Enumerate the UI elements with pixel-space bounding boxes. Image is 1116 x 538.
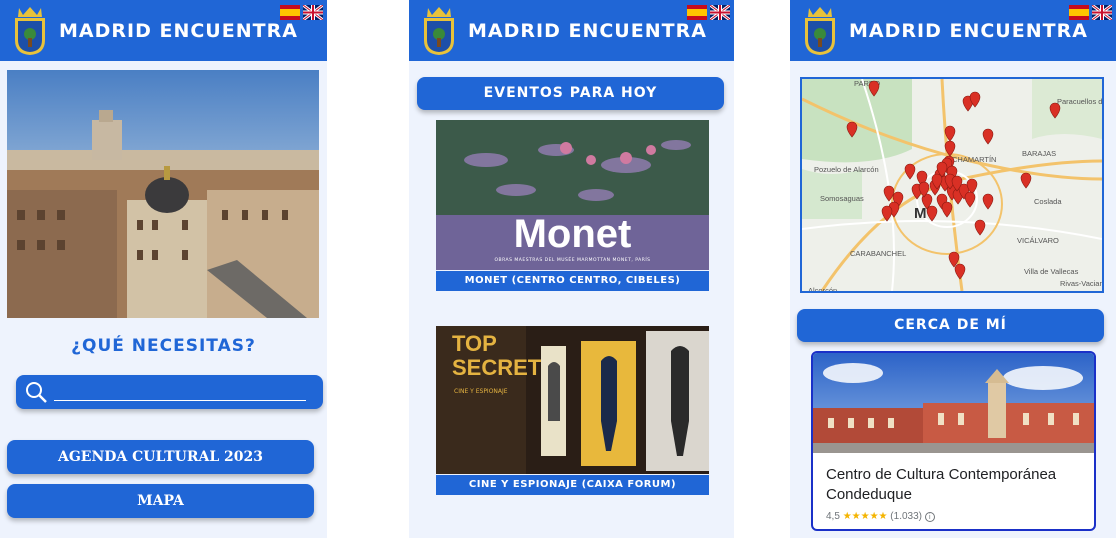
monet-poster-subtitle: OBRAS MAESTRAS DEL MUSÉE MARMOTTAN MONET… — [494, 258, 651, 263]
map-pin-icon[interactable] — [954, 263, 966, 280]
map-pins — [846, 80, 1061, 280]
search-bar[interactable] — [16, 375, 323, 409]
spanish-flag-icon[interactable] — [1069, 5, 1089, 20]
rating-stars-icon: ★★★★★ — [842, 511, 888, 522]
place-photo — [813, 353, 1094, 453]
home-screen: MADRID ENCUENTRA ¿QUÉ NECESITAS? AGENDA … — [0, 0, 327, 538]
app-header: MADRID ENCUENTRA — [0, 0, 327, 61]
app-title: MADRID ENCUENTRA — [849, 20, 1088, 42]
spanish-flag-icon[interactable] — [280, 5, 300, 20]
map-pin-icon[interactable] — [883, 185, 895, 202]
map-pin-icon[interactable] — [1049, 102, 1061, 119]
agenda-cultural-button[interactable]: AGENDA CULTURAL 2023 — [7, 440, 314, 474]
monet-poster-title: Monet — [513, 212, 632, 256]
madrid-crest-icon — [805, 7, 835, 55]
map-pin-icon[interactable] — [1020, 172, 1032, 189]
app-header: MADRID ENCUENTRA — [409, 0, 734, 61]
map-pin-icon[interactable] — [868, 80, 880, 97]
event-caption-monet[interactable]: MONET (CENTRO CENTRO, CIBELES) — [436, 271, 709, 291]
nearby-screen: MADRID ENCUENTRA PARDO CHAMARTÍN BARAJAS Pa — [790, 0, 1116, 538]
map-pin-icon[interactable] — [944, 140, 956, 157]
madrid-crest-icon — [15, 7, 45, 55]
map-pin-icon[interactable] — [982, 128, 994, 145]
event-caption-cine-espionaje[interactable]: CINE Y ESPIONAJE (CAIXA FORUM) — [436, 475, 709, 495]
app-header: MADRID ENCUENTRA — [790, 0, 1116, 61]
place-name: Centro de Cultura Contemporánea Condeduq… — [826, 466, 1057, 503]
uk-flag-icon[interactable] — [1092, 5, 1112, 20]
search-icon — [26, 382, 47, 403]
map-pin-icon[interactable] — [944, 125, 956, 142]
place-reviews: (1.033) — [890, 511, 922, 522]
map-pin-icon[interactable] — [926, 205, 938, 222]
map-pin-icon[interactable] — [846, 121, 858, 138]
app-title: MADRID ENCUENTRA — [468, 20, 707, 42]
spanish-flag-icon[interactable] — [687, 5, 707, 20]
near-me-heading[interactable]: CERCA DE MÍ — [797, 309, 1104, 342]
map-pin-icon[interactable] — [964, 191, 976, 208]
search-input[interactable] — [54, 381, 306, 401]
events-today-heading[interactable]: EVENTOS PARA HOY — [417, 77, 724, 110]
events-screen: MADRID ENCUENTRA EVENTOS PARA HOY Monet … — [409, 0, 734, 538]
info-icon[interactable]: i — [924, 512, 935, 522]
spy-poster-subtitle: CINE Y ESPIONAJE — [454, 388, 508, 395]
event-card-monet[interactable]: Monet OBRAS MAESTRAS DEL MUSÉE MARMOTTAN… — [436, 120, 709, 270]
question-heading: ¿QUÉ NECESITAS? — [71, 336, 256, 356]
app-title: MADRID ENCUENTRA — [59, 20, 298, 42]
map-pin-icon[interactable] — [982, 193, 994, 210]
place-card[interactable]: Centro de Cultura Contemporánea Condeduq… — [811, 351, 1096, 531]
madrid-crest-icon — [424, 7, 454, 55]
place-rating: 4,5 — [826, 511, 840, 522]
uk-flag-icon[interactable] — [710, 5, 730, 20]
madrid-skyline-image — [7, 70, 319, 318]
place-rating-row: 4,5 ★★★★★ (1.033) i — [826, 511, 935, 522]
map-button[interactable]: MAPA — [7, 484, 314, 518]
uk-flag-icon[interactable] — [303, 5, 323, 20]
map-pin-icon[interactable] — [974, 219, 986, 236]
map-pin-icon[interactable] — [904, 163, 916, 180]
map-pin-icon[interactable] — [941, 201, 953, 218]
map-view[interactable]: PARDOCHAMARTÍNBARAJASParacuellos de Jara… — [800, 77, 1104, 293]
map-pin-icon[interactable] — [881, 205, 893, 222]
event-card-cine-espionaje[interactable]: TOP SECRET CINE Y ESPIONAJE — [436, 326, 709, 474]
spy-poster-title: TOP SECRET — [452, 331, 542, 380]
